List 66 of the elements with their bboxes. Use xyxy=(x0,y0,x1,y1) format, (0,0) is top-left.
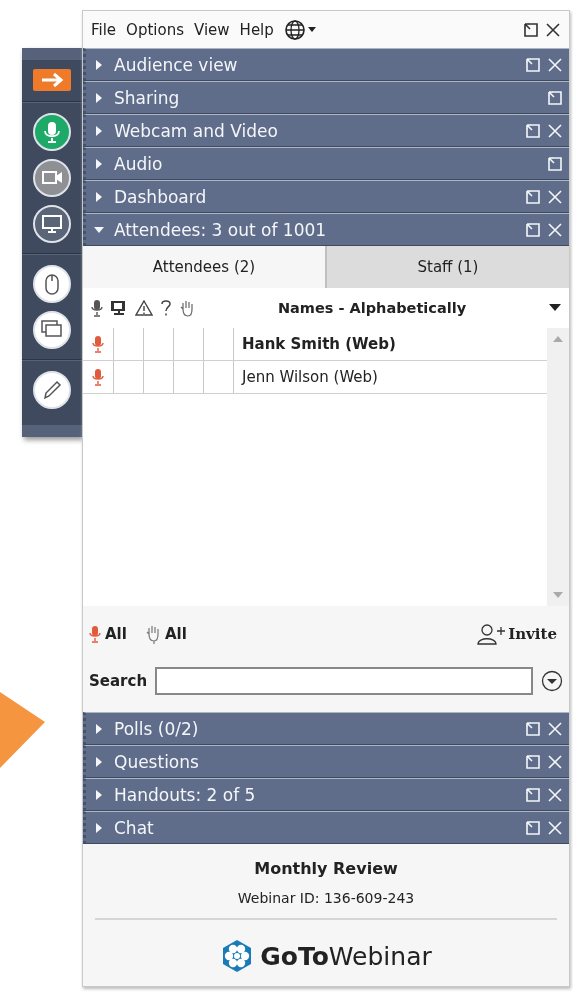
search-label: Search xyxy=(89,672,148,690)
expand-arrow-icon[interactable] xyxy=(94,125,104,136)
logo-text: GoToWebinar xyxy=(260,941,432,971)
menu-item[interactable]: Help xyxy=(239,20,274,39)
section-header[interactable]: Sharing xyxy=(83,81,569,114)
expand-arrow-icon[interactable] xyxy=(94,756,104,767)
section-header[interactable]: Handouts: 2 of 5 xyxy=(83,778,569,811)
section-header[interactable]: Dashboard xyxy=(83,180,569,213)
attendee-name[interactable]: Jenn Wilson (Web) xyxy=(234,361,378,393)
screens-icon[interactable] xyxy=(32,310,72,350)
search-field[interactable] xyxy=(155,667,533,695)
section-title: Webcam and Video xyxy=(113,120,279,141)
section-header[interactable]: Polls (0/2) xyxy=(83,712,569,745)
expand-arrow-icon[interactable] xyxy=(94,789,104,800)
section-header[interactable]: Audience view xyxy=(83,48,569,81)
menu-item[interactable]: View xyxy=(194,20,230,39)
expand-arrow-icon[interactable] xyxy=(94,158,104,169)
section-title: Dashboard xyxy=(113,186,208,207)
tab[interactable]: Staff (1) xyxy=(325,246,569,288)
section-title: Chat xyxy=(113,817,155,838)
microphone-icon[interactable] xyxy=(32,112,72,152)
webinar-id: Webinar ID: 136-609-243 xyxy=(237,889,415,908)
section-title: Audio xyxy=(113,153,164,174)
section-title: Sharing xyxy=(113,87,181,108)
mute-all-button[interactable]: All xyxy=(89,625,127,643)
invite-button[interactable]: Invite xyxy=(470,622,563,646)
language-menu[interactable] xyxy=(283,18,316,41)
section-header[interactable]: Webcam and Video xyxy=(83,114,569,147)
section-title: Audience view xyxy=(113,54,239,75)
screen-icon xyxy=(110,300,128,316)
section-header[interactable]: Audio xyxy=(83,147,569,180)
section-title: Attendees: 3 out of 1001 xyxy=(113,219,328,240)
globe-icon xyxy=(283,18,306,41)
section-header[interactable]: Questions xyxy=(83,745,569,778)
expand-arrow-icon[interactable] xyxy=(94,191,104,202)
attendee-name[interactable]: Hank Smith (Web) xyxy=(234,328,396,360)
close-icon[interactable] xyxy=(545,21,561,38)
webcam-icon[interactable] xyxy=(32,158,72,198)
dropdown-icon[interactable] xyxy=(541,670,563,692)
section-title: Polls (0/2) xyxy=(113,718,200,739)
microphone-icon xyxy=(89,625,101,643)
caret-icon[interactable] xyxy=(549,304,561,312)
section-title: Handouts: 2 of 5 xyxy=(113,784,257,805)
section-title: Questions xyxy=(113,751,200,772)
hand-icon xyxy=(144,624,161,644)
webinar-title: Monthly Review xyxy=(254,857,398,880)
add-person-icon xyxy=(476,623,507,645)
caret-icon xyxy=(307,26,316,33)
section-header[interactable]: Attendees: 3 out of 1001 xyxy=(83,213,569,246)
expand-arrow-icon[interactable] xyxy=(94,59,104,70)
question-icon xyxy=(160,299,172,317)
expand-arrow-icon[interactable] xyxy=(94,822,104,833)
pencil-icon[interactable] xyxy=(32,370,72,410)
warning-icon xyxy=(135,300,153,316)
expand-arrow-icon[interactable] xyxy=(94,723,104,734)
screen-icon[interactable] xyxy=(32,204,72,244)
menu-item[interactable]: File xyxy=(91,20,117,39)
mouse-icon[interactable] xyxy=(32,264,72,304)
menu-item[interactable]: Options xyxy=(126,20,184,39)
section-header[interactable]: Chat xyxy=(83,811,569,844)
expand-arrow-icon[interactable] xyxy=(94,92,104,103)
microphone-icon xyxy=(91,299,103,317)
lower-hands-button[interactable]: All xyxy=(144,624,187,644)
raised-hand-icon xyxy=(179,299,195,317)
collapse-arrow-icon[interactable] xyxy=(94,224,104,235)
popout-icon[interactable] xyxy=(523,21,539,38)
